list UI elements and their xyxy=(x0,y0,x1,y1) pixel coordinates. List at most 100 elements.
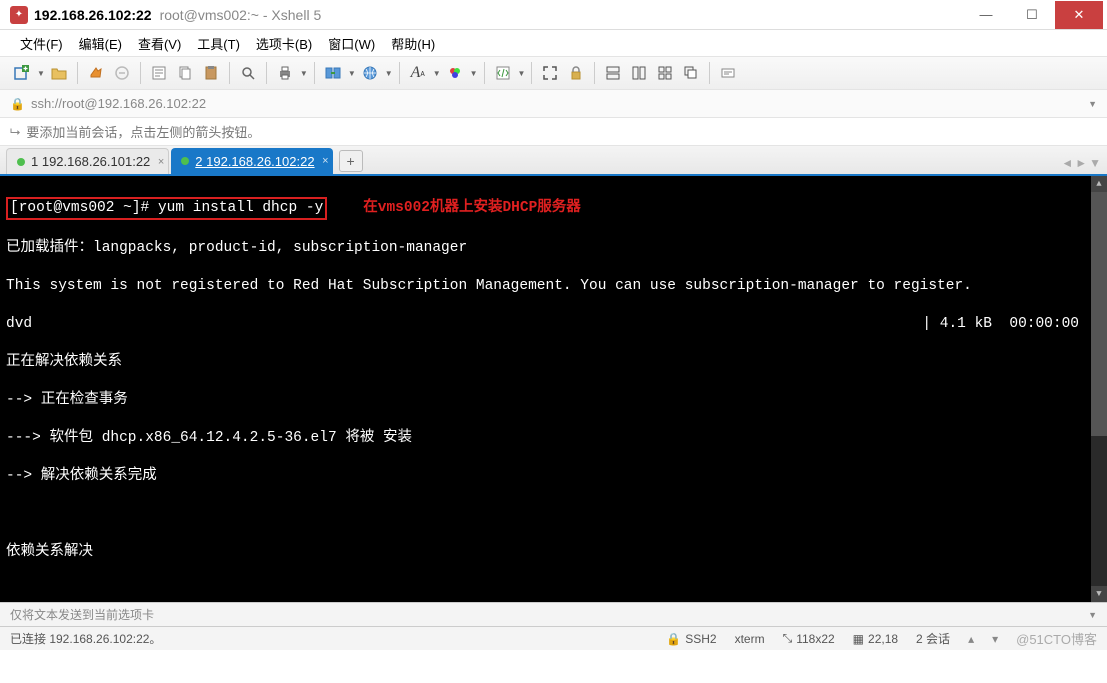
menu-bar: 文件(F) 编辑(E) 查看(V) 工具(T) 选项卡(B) 窗口(W) 帮助(… xyxy=(0,30,1107,56)
compose-icon[interactable] xyxy=(716,61,740,85)
watermark: @51CTO博客 xyxy=(1016,629,1097,648)
separator xyxy=(314,62,315,84)
hint-text: 要添加当前会话，点击左侧的箭头按钮。 xyxy=(26,122,260,141)
tile-grid-icon[interactable] xyxy=(653,61,677,85)
minimize-button[interactable]: — xyxy=(963,1,1009,29)
status-dot-icon xyxy=(17,158,25,166)
toolbar: ▼ ▼ ▼ ▼ Aᴀ ▼ ▼ ▼ xyxy=(0,56,1107,90)
menu-tools[interactable]: 工具(T) xyxy=(191,32,246,55)
transfer-icon[interactable] xyxy=(321,61,345,85)
dropdown-icon[interactable]: ▼ xyxy=(300,69,308,78)
address-bar: 🔒 ssh://root@192.168.26.102:22 ▼ xyxy=(0,90,1107,118)
tab-next-icon[interactable]: ► xyxy=(1075,156,1087,170)
dropdown-icon[interactable]: ▼ xyxy=(518,69,526,78)
separator xyxy=(77,62,78,84)
copy-icon[interactable] xyxy=(173,61,197,85)
term-line: --> 正在检查事务 xyxy=(6,391,1101,410)
term-line: dvd xyxy=(6,315,32,334)
dropdown-icon[interactable]: ▼ xyxy=(1088,99,1097,109)
font-icon[interactable]: Aᴀ xyxy=(406,61,430,85)
tile-v-icon[interactable] xyxy=(627,61,651,85)
reconnect-icon[interactable] xyxy=(84,61,108,85)
dropdown-icon[interactable]: ▼ xyxy=(470,69,478,78)
status-bar: 已连接 192.168.26.102:22。 🔒SSH2 xterm ⤡ 118… xyxy=(0,626,1107,650)
menu-help[interactable]: 帮助(H) xyxy=(385,32,441,55)
menu-file[interactable]: 文件(F) xyxy=(14,32,69,55)
separator xyxy=(709,62,710,84)
input-note-text: 仅将文本发送到当前选项卡 xyxy=(10,606,154,623)
color-icon[interactable] xyxy=(443,61,467,85)
window-title-main: 192.168.26.102:22 xyxy=(34,7,152,23)
session-tab-1[interactable]: 1 192.168.26.101:22 × xyxy=(6,148,169,174)
globe-icon[interactable] xyxy=(358,61,382,85)
menu-edit[interactable]: 编辑(E) xyxy=(73,32,128,55)
add-tab-button[interactable]: + xyxy=(339,150,363,172)
scroll-up-icon[interactable]: ▲ xyxy=(1091,176,1107,192)
dropdown-icon[interactable]: ▼ xyxy=(385,69,393,78)
menu-view[interactable]: 查看(V) xyxy=(132,32,187,55)
fullscreen-icon[interactable] xyxy=(538,61,562,85)
status-term-type: xterm xyxy=(735,632,765,646)
term-line: | 4.1 kB 00:00:00 xyxy=(922,315,1101,334)
dropdown-icon[interactable]: ▼ xyxy=(37,69,45,78)
separator xyxy=(266,62,267,84)
command: yum install dhcp -y xyxy=(158,200,323,216)
new-session-icon[interactable] xyxy=(10,61,34,85)
print-icon[interactable] xyxy=(273,61,297,85)
lock-icon: 🔒 xyxy=(10,97,25,111)
scroll-down-icon[interactable]: ▼ xyxy=(1091,586,1107,602)
arrow-icon[interactable]: ⮡ xyxy=(10,124,20,140)
separator xyxy=(531,62,532,84)
find-icon[interactable] xyxy=(236,61,260,85)
tile-h-icon[interactable] xyxy=(601,61,625,85)
address-text[interactable]: ssh://root@192.168.26.102:22 xyxy=(31,96,1088,111)
tab-label: 2 192.168.26.102:22 xyxy=(195,154,314,169)
tab-nav: ◄ ► ▼ xyxy=(1061,156,1101,170)
chevron-up-icon[interactable]: ▴ xyxy=(968,632,974,646)
prompt: [root@vms002 ~]# xyxy=(10,200,149,216)
terminal[interactable]: [root@vms002 ~]# yum install dhcp -y 在vms… xyxy=(0,176,1107,602)
chevron-down-icon[interactable]: ▾ xyxy=(992,632,998,646)
scroll-thumb[interactable] xyxy=(1091,176,1107,436)
dropdown-icon[interactable]: ▼ xyxy=(433,69,441,78)
window-title-sub: root@vms002:~ - Xshell 5 xyxy=(160,7,322,23)
script-icon[interactable] xyxy=(491,61,515,85)
disconnect-icon[interactable] xyxy=(110,61,134,85)
status-ssh: 🔒SSH2 xyxy=(666,632,716,646)
annotation: 在vms002机器上安装DHCP服务器 xyxy=(363,200,581,216)
tab-list-icon[interactable]: ▼ xyxy=(1089,156,1101,170)
open-icon[interactable] xyxy=(47,61,71,85)
window-controls: — ☐ ✕ xyxy=(963,1,1103,29)
hint-bar: ⮡ 要添加当前会话，点击左侧的箭头按钮。 xyxy=(0,118,1107,146)
maximize-button[interactable]: ☐ xyxy=(1009,1,1055,29)
session-tab-2[interactable]: 2 192.168.26.102:22 × xyxy=(171,148,332,174)
paste-icon[interactable] xyxy=(199,61,223,85)
resize-icon: ⤡ xyxy=(783,631,793,646)
status-connection: 已连接 192.168.26.102:22。 xyxy=(10,630,648,647)
tab-label: 1 192.168.26.101:22 xyxy=(31,154,150,169)
status-dot-icon xyxy=(181,157,189,165)
app-icon: ✦ xyxy=(10,6,28,24)
properties-icon[interactable] xyxy=(147,61,171,85)
tab-bar: 1 192.168.26.101:22 × 2 192.168.26.102:2… xyxy=(0,146,1107,176)
close-tab-icon[interactable]: × xyxy=(322,155,328,167)
dropdown-icon[interactable]: ▼ xyxy=(348,69,356,78)
separator xyxy=(484,62,485,84)
status-sessions: 2 会话 xyxy=(916,630,950,647)
term-line: --> 解决依赖关系完成 xyxy=(6,467,1101,486)
close-button[interactable]: ✕ xyxy=(1055,1,1103,29)
separator xyxy=(399,62,400,84)
menu-window[interactable]: 窗口(W) xyxy=(322,32,381,55)
menu-tabs[interactable]: 选项卡(B) xyxy=(250,32,318,55)
tab-prev-icon[interactable]: ◄ xyxy=(1061,156,1073,170)
input-note-bar: 仅将文本发送到当前选项卡 ▼ xyxy=(0,602,1107,626)
lock-icon[interactable] xyxy=(564,61,588,85)
term-line: ---> 软件包 dhcp.x86_64.12.4.2.5-36.el7 将被 … xyxy=(6,429,1101,448)
dropdown-icon[interactable]: ▼ xyxy=(1088,610,1097,620)
term-line: This system is not registered to Red Hat… xyxy=(6,277,1101,296)
cascade-icon[interactable] xyxy=(679,61,703,85)
title-bar: ✦ 192.168.26.102:22 root@vms002:~ - Xshe… xyxy=(0,0,1107,30)
status-geometry: ⤡ 118x22 xyxy=(783,631,835,646)
close-tab-icon[interactable]: × xyxy=(158,156,164,168)
separator xyxy=(140,62,141,84)
